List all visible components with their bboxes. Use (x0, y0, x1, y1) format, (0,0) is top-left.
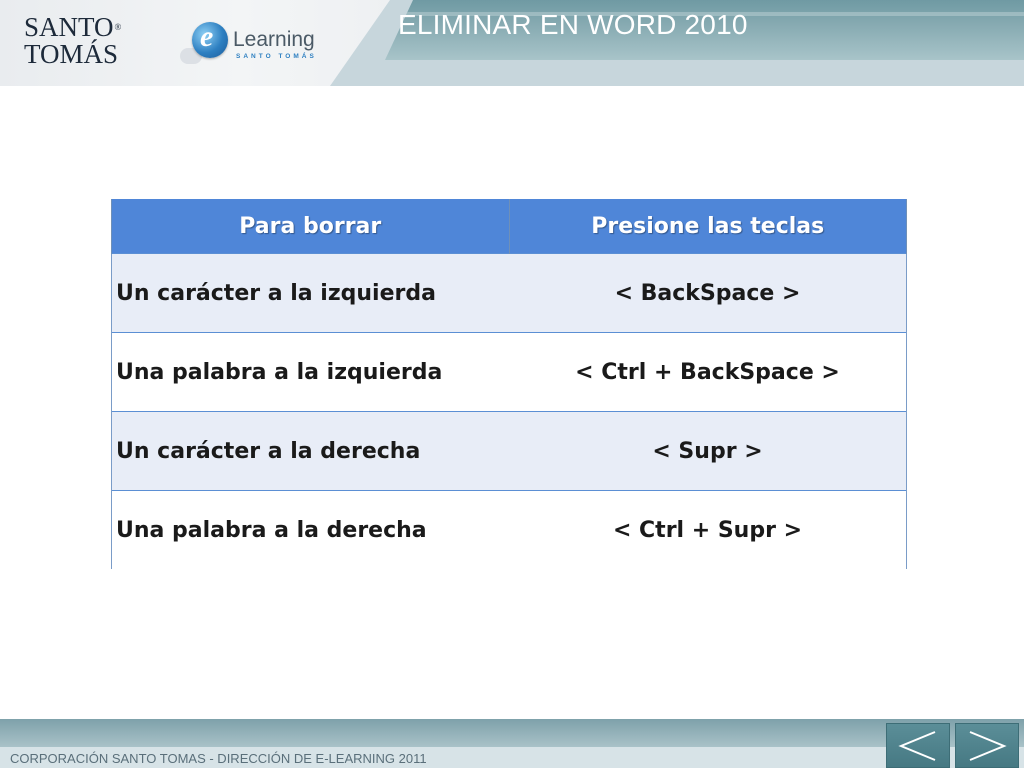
elearning-logo: e Learning SANTO TOMÁS (180, 18, 330, 70)
action-cell: Una palabra a la izquierda (111, 332, 509, 412)
keys-cell: < Supr > (509, 411, 907, 491)
table-row: Una palabra a la derecha < Ctrl + Supr > (111, 490, 907, 569)
keys-cell: < Ctrl + Supr > (509, 490, 907, 569)
header: ELIMINAR EN WORD 2010 SANTO® TOMÁS e Lea… (0, 0, 1024, 86)
action-cell: Una palabra a la derecha (111, 490, 509, 569)
table-row: Un carácter a la izquierda < BackSpace > (111, 253, 907, 333)
header-presione-teclas: Presione las teclas (508, 199, 907, 254)
header-para-borrar: Para borrar (111, 199, 510, 254)
previous-slide-button[interactable] (886, 723, 950, 768)
action-cell: Un carácter a la izquierda (111, 253, 509, 333)
chevron-right-icon (969, 731, 1007, 761)
elearning-word: Learning (233, 28, 315, 51)
table-header-row: Para borrar Presione las teclas (111, 199, 907, 254)
keys-cell: < Ctrl + BackSpace > (509, 332, 907, 412)
elearning-subtitle: SANTO TOMÁS (236, 53, 317, 60)
santo-tomas-logo: SANTO® TOMÁS (24, 14, 121, 68)
elearning-letter: e (200, 20, 214, 53)
page-title: ELIMINAR EN WORD 2010 (398, 9, 748, 40)
table-row: Un carácter a la derecha < Supr > (111, 411, 907, 491)
footer-text: CORPORACIÓN SANTO TOMAS - DIRECCIÓN DE E… (10, 751, 427, 766)
chevron-left-icon (898, 731, 936, 761)
keys-cell: < BackSpace > (509, 253, 907, 333)
footer-band (0, 719, 1024, 747)
logo-line-2: TOMÁS (24, 39, 119, 69)
table-row: Una palabra a la izquierda < Ctrl + Back… (111, 332, 907, 412)
shortcut-table: Para borrar Presione las teclas Un carác… (111, 199, 907, 569)
action-cell: Un carácter a la derecha (111, 411, 509, 491)
registered-mark: ® (114, 22, 122, 32)
logo-line-1: SANTO (24, 12, 114, 42)
next-slide-button[interactable] (955, 723, 1019, 768)
